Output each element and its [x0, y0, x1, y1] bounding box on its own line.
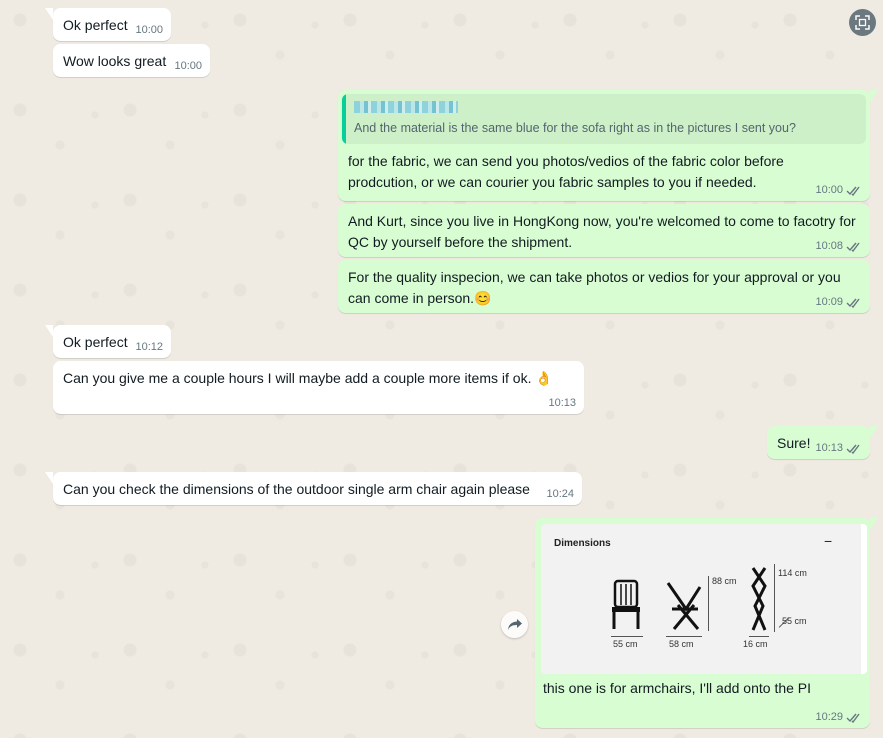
message-incoming[interactable]: Can you check the dimensions of the outd…: [45, 472, 582, 505]
message-text: For the quality inspecion, we can take p…: [348, 269, 841, 306]
message-time: 10:13: [548, 397, 576, 409]
height-label-side: 88 cm: [712, 576, 737, 586]
quote-bar: [342, 94, 346, 144]
forward-icon: [507, 619, 522, 630]
quoted-message[interactable]: And the material is the same blue for th…: [342, 94, 866, 144]
message-text: Wow looks great: [63, 53, 167, 69]
message-time: 10:00: [815, 184, 862, 196]
message-time: 10:13: [815, 442, 862, 454]
depth-label-folded-2: 55 cm: [782, 616, 807, 626]
image-title: Dimensions: [554, 538, 611, 549]
message-time: 10:08: [815, 240, 862, 252]
image-edge: [861, 524, 867, 674]
image-attachment[interactable]: Dimensions − 55 cm 58 cm 88 cm 16 cm 114…: [541, 524, 867, 674]
chair-folded-icon: [751, 567, 767, 631]
width-label-side: 58 cm: [669, 639, 694, 649]
dim-line: [666, 636, 702, 637]
dim-line: [774, 564, 775, 632]
message-incoming[interactable]: Wow looks great 10:00: [53, 44, 210, 77]
double-check-icon: [846, 186, 860, 196]
forward-button[interactable]: [501, 611, 528, 638]
message-outgoing[interactable]: For the quality inspecion, we can take p…: [338, 260, 870, 313]
chair-front-icon: [612, 579, 640, 629]
message-time: 10:12: [135, 341, 163, 353]
message-text: Ok perfect: [63, 17, 128, 33]
message-outgoing[interactable]: Sure! 10:13: [767, 426, 878, 459]
message-text: And Kurt, since you live in HongKong now…: [348, 213, 856, 250]
quote-author-blurred: [354, 101, 458, 113]
message-incoming[interactable]: Ok perfect 10:12: [45, 325, 171, 358]
smile-emoji: 😊: [474, 290, 492, 306]
dim-line: [749, 636, 769, 637]
message-time: 10:24: [546, 488, 574, 500]
message-time: 10:09: [815, 296, 862, 308]
message-text: for the fabric, we can send you photos/v…: [348, 153, 784, 190]
message-time: 10:00: [174, 60, 202, 72]
message-incoming[interactable]: Can you give me a couple hours I will ma…: [53, 361, 584, 414]
double-check-icon: [846, 242, 860, 252]
message-outgoing[interactable]: And Kurt, since you live in HongKong now…: [338, 204, 870, 257]
quote-text: And the material is the same blue for th…: [354, 121, 796, 135]
message-text: this one is for armchairs, I'll add onto…: [543, 680, 812, 696]
double-check-icon: [846, 713, 860, 723]
message-incoming[interactable]: Ok perfect 10:00: [45, 8, 171, 41]
double-check-icon: [846, 298, 860, 308]
message-time: 10:29: [815, 711, 862, 723]
double-check-icon: [846, 444, 860, 454]
message-outgoing[interactable]: And the material is the same blue for th…: [338, 90, 878, 201]
message-text: Sure!: [777, 435, 811, 451]
scan-button[interactable]: [849, 9, 876, 36]
scan-icon: [855, 15, 870, 30]
message-text: Can you check the dimensions of the outd…: [63, 481, 530, 497]
message-time: 10:00: [135, 24, 163, 36]
collapse-icon: −: [824, 533, 833, 549]
depth-label-folded: 16 cm: [743, 639, 768, 649]
chair-side-icon: [666, 582, 702, 630]
dim-line: [708, 576, 709, 631]
message-text: Can you give me a couple hours I will ma…: [63, 370, 553, 386]
dim-line: [611, 636, 643, 637]
ok-hand-emoji: 👌: [535, 370, 553, 386]
message-text: Ok perfect: [63, 334, 128, 350]
height-label-folded: 114 cm: [778, 568, 807, 578]
message-outgoing-image[interactable]: Dimensions − 55 cm 58 cm 88 cm 16 cm 114…: [535, 518, 878, 728]
width-label-front: 55 cm: [613, 639, 638, 649]
